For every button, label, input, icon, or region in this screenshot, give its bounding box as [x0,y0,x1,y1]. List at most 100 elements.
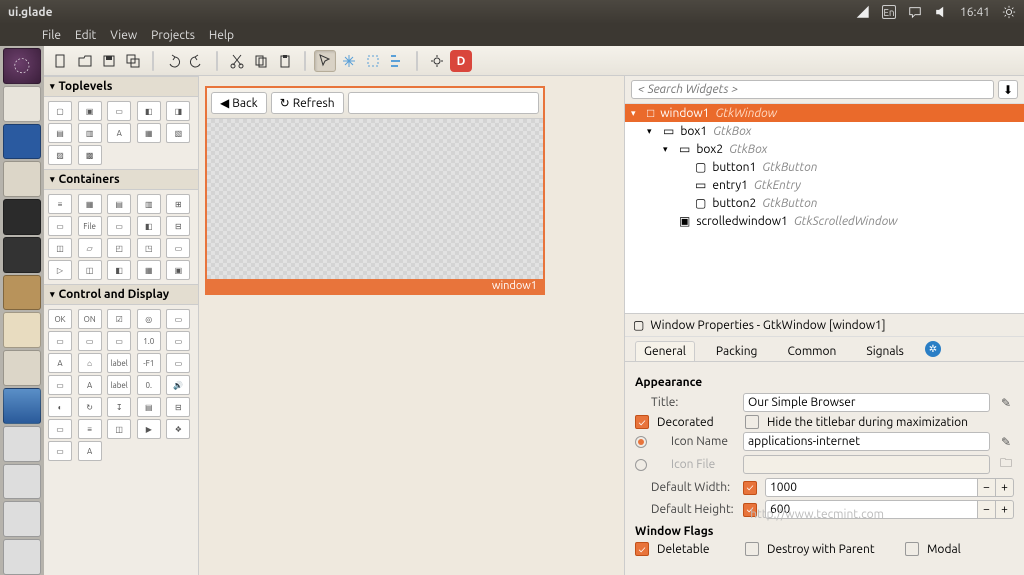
launcher-item-2[interactable] [3,426,41,462]
palette-widget[interactable]: ◧ [107,260,131,280]
tab-signals[interactable]: Signals [857,341,912,361]
redo-icon[interactable] [186,50,208,72]
palette-widget[interactable]: ▤ [107,194,131,214]
palette-widget[interactable]: ◳ [137,238,161,258]
palette-widget[interactable]: ▤ [48,123,72,143]
launcher-nautilus[interactable] [3,86,41,122]
launcher-writer[interactable] [3,161,41,197]
tree-row-entry1[interactable]: ▭entry1GtkEntry [625,176,1024,194]
tree-row-box2[interactable]: ▾▭box2GtkBox [625,140,1024,158]
palette-widget[interactable]: ▧ [166,123,190,143]
expander-icon[interactable]: ▾ [647,126,657,137]
palette-widget[interactable]: ❖ [166,419,190,439]
default-height-field[interactable] [765,500,978,519]
palette-widget[interactable]: label [107,375,131,395]
palette-widget[interactable]: File [78,216,102,236]
tab-general[interactable]: General [635,341,695,361]
palette-widget[interactable]: ◫ [48,238,72,258]
launcher-camera[interactable] [3,237,41,273]
devhelp-icon[interactable]: D [450,50,472,72]
palette-widget[interactable]: ▭ [166,238,190,258]
palette-widget[interactable]: A [107,123,131,143]
title-field[interactable] [743,393,990,412]
palette-widget[interactable]: ▭ [48,216,72,236]
new-icon[interactable] [50,50,72,72]
palette-widget[interactable]: ▭ [166,309,190,329]
palette-widget[interactable]: ▭ [48,441,72,461]
palette-section-toplevels[interactable]: Toplevels [44,76,198,97]
palette-widget[interactable]: A [78,441,102,461]
icon-name-field[interactable] [743,432,990,451]
deletable-checkbox[interactable]: ✓ [635,542,649,556]
palette-widget[interactable]: ↻ [78,397,102,417]
decorated-checkbox[interactable]: ✓ [635,415,649,429]
dash-home-icon[interactable]: ◌ [3,48,41,84]
palette-widget[interactable]: ▩ [78,145,102,165]
default-height-checkbox[interactable]: ✓ [743,503,757,517]
tree-row-button2[interactable]: ▢button2GtkButton [625,194,1024,212]
palette-widget[interactable]: ◨ [166,101,190,121]
palette-widget[interactable]: ⌂ [78,353,102,373]
palette-section-control[interactable]: Control and Display [44,284,198,305]
palette-widget[interactable]: ON [78,309,102,329]
edit-icon[interactable]: ✎ [998,396,1014,410]
palette-widget[interactable]: ▭ [48,375,72,395]
tab-common[interactable]: Common [778,341,845,361]
save-icon[interactable] [98,50,120,72]
launcher-item-4[interactable] [3,501,41,537]
open-icon[interactable] [74,50,96,72]
menu-edit[interactable]: Edit [75,29,96,42]
messages-icon[interactable] [908,5,922,19]
tree-row-window1[interactable]: ▾□window1GtkWindow [625,104,1024,122]
save-as-icon[interactable] [122,50,144,72]
palette-widget[interactable]: ⊟ [166,397,190,417]
design-window1[interactable]: ◀Back ↻Refresh window1 [205,86,545,295]
gear-icon[interactable] [1002,5,1016,19]
palette-widget[interactable]: ▨ [48,145,72,165]
a11y-icon[interactable]: ✲ [925,341,941,357]
expander-icon[interactable]: ▾ [631,108,641,119]
hide-titlebar-checkbox[interactable] [745,415,759,429]
palette-widget[interactable]: ▭ [166,331,190,351]
design-scrolledwindow1[interactable] [207,119,543,279]
spin-minus-icon[interactable]: − [978,500,996,519]
tree-row-button1[interactable]: ▢button1GtkButton [625,158,1024,176]
menu-help[interactable]: Help [209,29,234,42]
palette-widget[interactable]: ◧ [137,101,161,121]
palette-widget[interactable]: ▷ [48,260,72,280]
launcher-item-3[interactable] [3,464,41,500]
palette-widget[interactable]: ▥ [137,194,161,214]
align-edit-icon[interactable] [386,50,408,72]
tree-row-scrolledwindow1[interactable]: ▣scrolledwindow1GtkScrolledWindow [625,212,1024,230]
palette-widget[interactable]: ↧ [107,397,131,417]
palette-section-containers[interactable]: Containers [44,169,198,190]
palette-widget[interactable]: ▭ [107,101,131,121]
launcher-firefox[interactable] [3,124,41,160]
launcher-terminal[interactable] [3,199,41,235]
clock[interactable]: 16:41 [960,6,990,19]
palette-widget[interactable]: ☑ [107,309,131,329]
copy-icon[interactable] [250,50,272,72]
palette-widget[interactable]: ▥ [78,123,102,143]
modal-checkbox[interactable] [905,542,919,556]
palette-widget[interactable]: 🔊 [166,375,190,395]
palette-widget[interactable]: ▭ [48,419,72,439]
default-width-checkbox[interactable]: ✓ [743,481,757,495]
undo-icon[interactable] [162,50,184,72]
edit-icon[interactable]: ✎ [998,435,1014,449]
palette-widget[interactable]: ⊞ [166,194,190,214]
palette-widget[interactable]: ▱ [78,238,102,258]
palette-widget[interactable]: ◫ [107,419,131,439]
palette-widget[interactable]: OK [48,309,72,329]
launcher-archive[interactable] [3,275,41,311]
menu-view[interactable]: View [110,29,137,42]
palette-widget[interactable]: ▦ [137,123,161,143]
palette-widget[interactable]: A [48,353,72,373]
launcher-glade[interactable] [3,350,41,386]
file-chooser-icon[interactable]: 🗀 [998,454,1014,475]
palette-widget[interactable]: ◰ [107,238,131,258]
palette-widget[interactable]: ▭ [48,331,72,351]
tab-packing[interactable]: Packing [707,341,767,361]
cut-icon[interactable] [226,50,248,72]
widget-palette[interactable]: Toplevels ▢▣▭◧◨ ▤▥A▦▧ ▨▩ Containers ≡▦▤▥… [44,76,199,575]
